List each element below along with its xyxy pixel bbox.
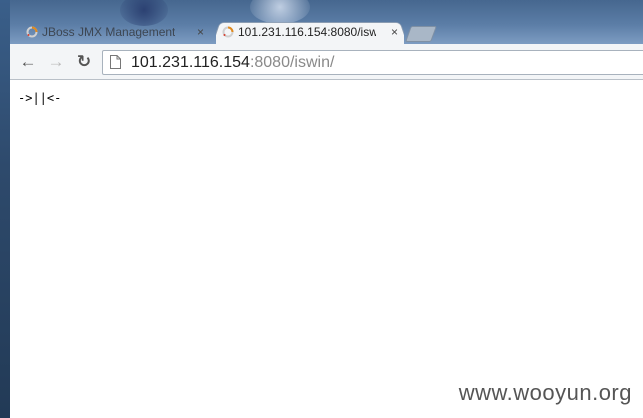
new-tab-button[interactable]	[405, 26, 437, 42]
url-path: :8080/iswin/	[249, 54, 335, 71]
tab-jboss-jmx[interactable]: JBoss JMX Management ×	[20, 20, 210, 44]
url-host: 101.231.116.154	[131, 54, 250, 71]
back-button[interactable]: ←	[18, 52, 38, 72]
forward-button[interactable]: →	[46, 52, 66, 72]
tab-title: 101.231.116.154:8080/iswin/	[238, 25, 376, 39]
page-body-text: ->||<-	[18, 91, 62, 105]
page-icon	[110, 55, 121, 69]
page-content: ->||<- www.wooyun.org	[10, 81, 643, 418]
close-icon[interactable]: ×	[391, 20, 398, 44]
tab-iswin[interactable]: 101.231.116.154:8080/iswin/ ×	[216, 20, 404, 44]
screen: JBoss JMX Management × 101.231.116.154:8…	[0, 0, 643, 418]
address-bar[interactable]: 101.231.116.154:8080/iswin/	[102, 50, 643, 75]
tab-title: JBoss JMX Management	[42, 25, 176, 39]
browser-window: JBoss JMX Management × 101.231.116.154:8…	[10, 0, 643, 418]
tab-strip: JBoss JMX Management × 101.231.116.154:8…	[10, 0, 643, 44]
watermark: www.wooyun.org	[458, 380, 632, 405]
toolbar: ← → ↻ 101.231.116.154:8080/iswin/	[10, 44, 643, 80]
close-icon[interactable]: ×	[197, 20, 204, 44]
url-text[interactable]: 101.231.116.154:8080/iswin/	[131, 52, 334, 73]
loading-spinner-icon	[222, 26, 234, 38]
reload-button[interactable]: ↻	[74, 52, 94, 72]
loading-spinner-icon	[26, 26, 38, 38]
desktop-edge	[0, 0, 10, 418]
